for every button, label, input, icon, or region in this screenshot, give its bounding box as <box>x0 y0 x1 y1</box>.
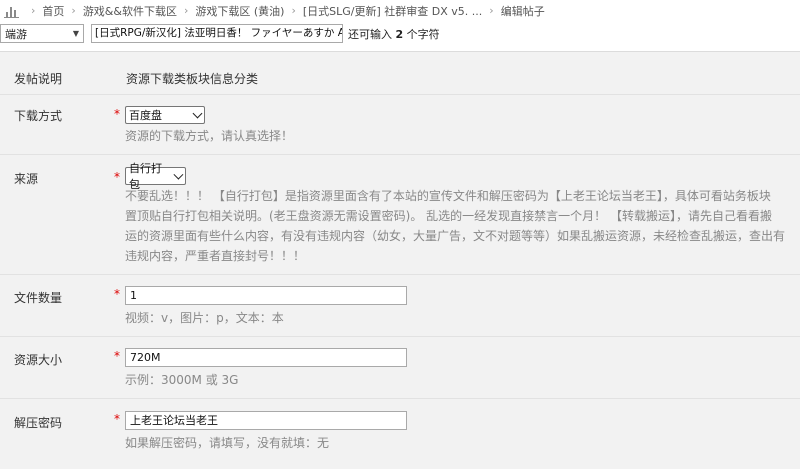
breadcrumb: › 首页 › 游戏&&软件下载区 › 游戏下载区 (黄油) › [日式SLG/更… <box>0 0 800 21</box>
required-mark: * <box>114 107 120 121</box>
title-hint-suffix: 个字符 <box>406 27 440 41</box>
resource-size-help: 示例：3000M 或 3G <box>125 373 239 387</box>
download-method-value: 百度盘 <box>129 109 162 122</box>
source-help-line: 运的资源里面有些什么内容，有没有违规内容（幼女，大量广告，文不对题等等）如果乱搬… <box>125 229 786 243</box>
source-label: 来源 <box>14 172 39 186</box>
resource-size-label: 资源大小 <box>14 353 63 367</box>
file-count-help: 视频：v，图片：p，文本：本 <box>125 311 284 325</box>
file-count-label: 文件数量 <box>14 291 63 305</box>
source-help: 不要乱选！！！ 【自行打包】是指资源里面含有了本站的宣传文件和解压密码为【上老王… <box>125 186 800 266</box>
chevron-right-icon: › <box>183 4 189 17</box>
intro-label: 发帖说明 <box>14 72 63 86</box>
required-mark: * <box>114 287 120 301</box>
thread-info-form: 发帖说明 资源下载类板块信息分类 下载方式 * 百度盘 资源的下载方式，请认真选… <box>0 51 800 469</box>
chevron-right-icon: › <box>31 4 36 17</box>
thread-type-value: 端游 <box>5 27 27 41</box>
form-row-download-method: 下载方式 * 百度盘 资源的下载方式，请认真选择！ <box>0 95 800 155</box>
breadcrumb-download-zone[interactable]: 游戏&&软件下载区 <box>83 3 177 19</box>
breadcrumb-home[interactable]: 首页 <box>42 3 64 19</box>
chevron-right-icon: › <box>489 4 494 17</box>
title-hint-prefix: 还可输入 <box>348 27 392 41</box>
form-row-unzip-password: 解压密码 * 上老王论坛当老王 如果解压密码，请填写，没有就填：无 <box>0 399 800 469</box>
form-row-resource-size: 资源大小 * 720M 示例：3000M 或 3G <box>0 337 800 399</box>
chevron-down-icon <box>173 169 184 180</box>
thread-type-select[interactable]: 端游 ▼ <box>0 24 84 43</box>
title-row: 端游 ▼ [日式RPG/新汉化] 法亚明日香！ ファイヤーあすか AI汉 还可输… <box>0 21 800 46</box>
required-mark: * <box>114 349 120 363</box>
source-select[interactable]: 自行打包 <box>125 162 186 191</box>
unzip-password-input[interactable]: 上老王论坛当老王 <box>125 411 407 430</box>
chevron-right-icon: › <box>71 4 76 17</box>
breadcrumb-thread[interactable]: [日式SLG/更新] 社群审查 DX v5. ... <box>303 3 482 19</box>
intro-value: 资源下载类板块信息分类 <box>126 72 259 86</box>
dropdown-arrow-icon: ▼ <box>72 29 79 38</box>
source-help-line: 不要乱选！！！ 【自行打包】是指资源里面含有了本站的宣传文件和解压密码为【上老王… <box>125 189 771 203</box>
form-row-source: 来源 * 自行打包 不要乱选！！！ 【自行打包】是指资源里面含有了本站的宣传文件… <box>0 155 800 275</box>
chevron-right-icon: › <box>291 4 296 17</box>
title-char-hint: 还可输入 2 个字符 <box>348 26 440 42</box>
thread-title-input[interactable]: [日式RPG/新汉化] 法亚明日香！ ファイヤーあすか AI汉 <box>91 24 343 43</box>
form-row-intro: 发帖说明 资源下载类板块信息分类 <box>0 52 800 95</box>
title-hint-count: 2 <box>395 27 404 41</box>
source-help-line: 违规内容，严重者直接封号！！！ <box>125 249 306 263</box>
download-method-select[interactable]: 百度盘 <box>125 106 205 124</box>
file-count-input[interactable]: 1 <box>125 286 407 305</box>
breadcrumb-current: 编辑帖子 <box>500 4 545 18</box>
chevron-down-icon <box>192 108 203 119</box>
download-method-label: 下载方式 <box>14 109 63 123</box>
bar-chart-icon[interactable] <box>4 4 20 18</box>
unzip-password-help: 如果解压密码，请填写，没有就填：无 <box>125 436 330 450</box>
resource-size-input[interactable]: 720M <box>125 348 407 367</box>
required-mark: * <box>114 170 120 184</box>
download-method-help: 资源的下载方式，请认真选择！ <box>125 129 294 143</box>
form-row-file-count: 文件数量 * 1 视频：v，图片：p，文本：本 <box>0 275 800 337</box>
required-mark: * <box>114 412 120 426</box>
unzip-password-label: 解压密码 <box>14 416 63 430</box>
source-help-line: 置顶贴自行打包相关说明。(老王盘资源无需设置密码)。 乱选的一经发现直接禁言一个… <box>125 209 772 223</box>
breadcrumb-game-download[interactable]: 游戏下载区 (黄油) <box>195 3 284 19</box>
